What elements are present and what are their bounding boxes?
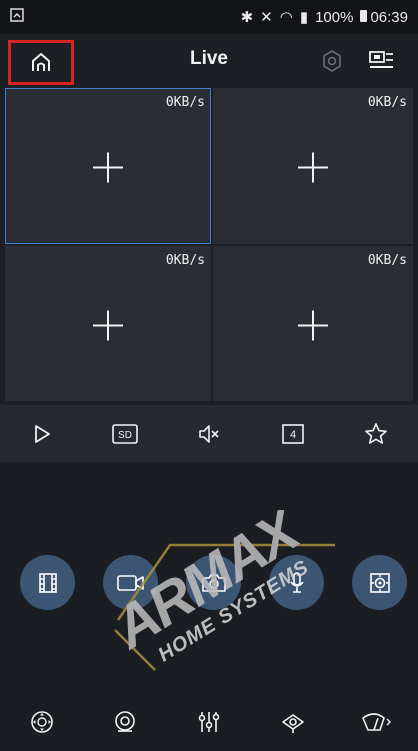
battery-percent: 100% xyxy=(315,8,354,26)
screenshot-notification-icon xyxy=(10,8,26,24)
quality-button[interactable]: SD xyxy=(103,414,147,454)
fisheye-button[interactable] xyxy=(103,702,147,742)
camera-list-icon xyxy=(369,51,393,68)
favorite-button[interactable] xyxy=(354,414,398,454)
bottom-toolbar xyxy=(0,702,418,742)
sd-badge-icon: SD xyxy=(112,423,139,444)
add-camera-icon[interactable] xyxy=(93,152,123,183)
control-panel xyxy=(0,462,418,751)
microphone-icon xyxy=(289,571,304,593)
ptz-icon xyxy=(369,572,390,593)
split-count-label: 4 xyxy=(290,429,296,441)
ptz-button[interactable] xyxy=(352,555,407,610)
wiper-button[interactable] xyxy=(354,702,398,742)
video-grid: 0KB/s 0KB/s 0KB/s 0KB/s xyxy=(5,88,413,401)
device-list-button[interactable] xyxy=(368,49,396,71)
page-title: Live xyxy=(189,48,229,69)
image-adjust-button[interactable] xyxy=(187,702,231,742)
bitrate-label: 0KB/s xyxy=(165,253,205,268)
talk-button[interactable] xyxy=(269,555,324,610)
equalizer-icon xyxy=(198,712,220,732)
snapshot-button[interactable] xyxy=(186,555,241,610)
bitrate-label: 0KB/s xyxy=(165,95,205,110)
signal-icon: ▮ xyxy=(299,9,309,26)
film-icon xyxy=(38,572,57,593)
ptz-direction-button[interactable] xyxy=(20,702,64,742)
wifi-icon: ◠ xyxy=(279,9,293,26)
gear-icon xyxy=(323,50,341,72)
mute-icon: ✕ xyxy=(260,9,273,26)
top-bar: Live xyxy=(0,34,418,88)
add-camera-icon[interactable] xyxy=(298,152,328,183)
speaker-muted-icon xyxy=(199,424,219,443)
direction-pad-icon xyxy=(30,711,53,733)
video-cell-4[interactable]: 0KB/s xyxy=(213,246,413,401)
bitrate-label: 0KB/s xyxy=(367,95,407,110)
status-bar: ✱ ✕ ◠ ▮ 100% 06:39 xyxy=(0,0,418,34)
video-cell-3[interactable]: 0KB/s xyxy=(5,246,211,401)
play-button[interactable] xyxy=(20,414,64,454)
camera-icon xyxy=(201,573,226,592)
star-icon xyxy=(365,422,387,444)
add-camera-icon[interactable] xyxy=(93,310,123,340)
action-buttons xyxy=(0,555,418,625)
clock: 06:39 xyxy=(370,8,408,26)
alarm-output-button[interactable] xyxy=(271,702,315,742)
battery-icon xyxy=(360,9,368,22)
bluetooth-icon: ✱ xyxy=(240,9,254,26)
play-icon xyxy=(34,424,50,443)
wiper-icon xyxy=(362,713,392,731)
video-camera-icon xyxy=(116,574,144,591)
split-screen-button[interactable]: 4 xyxy=(271,414,315,454)
video-record-button[interactable] xyxy=(103,555,158,610)
mute-button[interactable] xyxy=(187,414,231,454)
add-camera-icon[interactable] xyxy=(298,310,328,340)
video-cell-2[interactable]: 0KB/s xyxy=(213,88,413,244)
bitrate-label: 0KB/s xyxy=(367,253,407,268)
playback-controls: SD 4 xyxy=(0,405,418,462)
record-playback-button[interactable] xyxy=(20,555,75,610)
video-cell-1[interactable]: 0KB/s xyxy=(5,88,211,244)
quality-label: SD xyxy=(118,430,132,441)
alarm-light-icon xyxy=(281,714,304,733)
settings-button[interactable] xyxy=(320,49,344,73)
split-count-icon: 4 xyxy=(281,423,304,444)
fisheye-icon xyxy=(115,711,136,732)
